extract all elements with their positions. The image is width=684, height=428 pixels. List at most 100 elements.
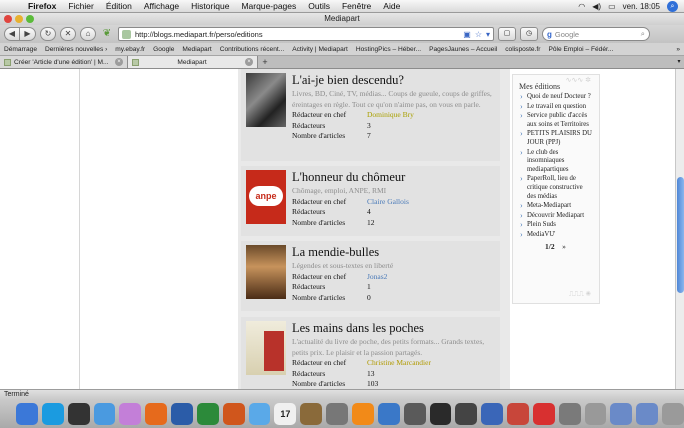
app-icon[interactable] (41, 403, 64, 425)
addon-leaf-icon[interactable]: ❦ (100, 27, 114, 41)
menu-marque-pages[interactable]: Marque-pages (235, 1, 302, 11)
back-button[interactable]: ◀ (4, 27, 20, 41)
powerpoint-icon[interactable] (222, 403, 245, 425)
edition-link[interactable]: PaperRoll, lieu de critique constructive… (519, 175, 593, 201)
wifi-icon[interactable]: ◠ (578, 2, 585, 11)
volume-icon[interactable]: ◀) (592, 2, 601, 11)
chief-link[interactable]: Dominique Bry (367, 110, 414, 121)
bookmark-item[interactable]: Activity | Mediapart (288, 46, 352, 53)
video-icon[interactable] (429, 403, 452, 425)
search-input[interactable]: Google (555, 30, 579, 39)
history-button[interactable]: ◷ (520, 27, 538, 41)
chief-link[interactable]: Christine Marcandier (367, 358, 431, 369)
edition-link[interactable]: Meta-Mediapart (519, 202, 593, 211)
dashboard-icon[interactable] (67, 403, 90, 425)
edition-thumbnail[interactable] (246, 73, 286, 127)
search-magnifier-icon[interactable]: ⌕ (641, 29, 645, 39)
edition-title[interactable]: L'honneur du chômeur (292, 170, 495, 185)
url-bar[interactable]: http://blogs.mediapart.fr/perso/editions… (118, 27, 494, 41)
edition-link[interactable]: PETITS PLAISIRS DU JOUR (PPJ) (519, 130, 593, 147)
tab-creer-article[interactable]: Créer 'Article d'une édition' | M... × (0, 56, 128, 68)
google-engine-icon[interactable]: g (547, 30, 552, 39)
battery-icon[interactable]: ▭ (608, 2, 616, 11)
menu-affichage[interactable]: Affichage (138, 1, 185, 11)
edition-title[interactable]: La mendie-bulles (292, 245, 495, 260)
safari-icon[interactable] (93, 403, 116, 425)
rss-icon[interactable]: ▣ (463, 30, 471, 39)
spotlight-search-icon[interactable]: ⌕ (667, 0, 678, 12)
bookmark-item[interactable]: my.ebay.fr (111, 46, 149, 53)
tab-mediapart[interactable]: Mediapart × (128, 56, 258, 68)
bookmark-star-icon[interactable]: ☆ (475, 30, 482, 39)
bookmark-item[interactable]: Démarrage (0, 46, 41, 53)
edition-link[interactable]: Le travail en question (519, 103, 593, 112)
url-text[interactable]: http://blogs.mediapart.fr/perso/editions (135, 30, 459, 39)
gallery-icon[interactable] (403, 403, 426, 425)
edition-thumbnail[interactable] (246, 245, 286, 299)
addressbook-icon[interactable] (300, 403, 323, 425)
edition-title[interactable]: L'ai-je bien descendu? (292, 73, 495, 88)
trash-icon[interactable] (662, 403, 684, 425)
edition-title[interactable]: Les mains dans les poches (292, 321, 495, 336)
vlc-icon[interactable] (351, 403, 374, 425)
bookmarks-overflow-icon[interactable]: » (676, 46, 684, 53)
bookmark-item[interactable]: Mediapart (178, 46, 215, 53)
edition-link[interactable]: Service public d'accès aux soins et Terr… (519, 112, 593, 129)
search-bar[interactable]: g Google ⌕ (542, 27, 650, 41)
edition-link[interactable]: Plein Suds (519, 221, 593, 230)
edition-thumbnail[interactable] (246, 321, 286, 375)
menu-fenetre[interactable]: Fenêtre (336, 1, 377, 11)
chief-link[interactable]: Jonas2 (367, 272, 387, 283)
applications-folder-icon[interactable] (636, 403, 659, 425)
bookmark-item[interactable]: Contributions récent... (216, 46, 289, 53)
minimize-window-button[interactable] (15, 15, 23, 23)
menu-aide[interactable]: Aide (377, 1, 406, 11)
bookmark-item[interactable]: PagesJaunes – Accueil (425, 46, 501, 53)
tab-list-icon[interactable]: ▾ (674, 56, 684, 68)
lock-icon[interactable] (558, 403, 581, 425)
documents-folder-icon[interactable] (610, 403, 633, 425)
menubar-clock[interactable]: ven. 18:05 (623, 2, 660, 11)
zoom-window-button[interactable] (26, 15, 34, 23)
menu-outils[interactable]: Outils (302, 1, 336, 11)
edition-thumbnail[interactable]: anpe (246, 170, 286, 224)
firefox-icon[interactable] (145, 403, 168, 425)
chief-link[interactable]: Claire Gallois (367, 197, 409, 208)
edition-link[interactable]: Le club des insomniaques mediapartiques (519, 149, 593, 175)
menu-historique[interactable]: Historique (185, 1, 235, 11)
itunes-icon[interactable] (248, 403, 271, 425)
url-dropdown-icon[interactable]: ▾ (486, 30, 490, 39)
bookmark-item[interactable]: Pôle Emploi – Fédér... (544, 46, 617, 53)
close-window-button[interactable] (4, 15, 12, 23)
reload-button[interactable]: ↻ (40, 27, 56, 41)
ichat-icon[interactable] (119, 403, 142, 425)
edition-link[interactable]: Quoi de neuf Docteur ? (519, 93, 593, 102)
mail-icon[interactable] (532, 403, 555, 425)
menu-edition[interactable]: Édition (100, 1, 138, 11)
finder-icon[interactable] (16, 403, 38, 425)
tv-icon[interactable] (481, 403, 504, 425)
vertical-scrollbar[interactable] (675, 69, 684, 389)
forward-button[interactable]: ▶ (20, 27, 36, 41)
preview-icon[interactable] (377, 403, 400, 425)
edition-link[interactable]: MediaVU' (519, 231, 593, 240)
utility-icon[interactable] (326, 403, 348, 425)
scrollbar-thumb[interactable] (677, 177, 684, 293)
screen-capture-button[interactable]: ▢ (498, 27, 516, 41)
bookmark-item[interactable]: Dernières nouvelles › (41, 46, 111, 53)
tab-close-icon[interactable]: × (115, 58, 123, 66)
next-page-link[interactable]: » (562, 242, 566, 251)
bookmark-item[interactable]: Google (149, 46, 178, 53)
menu-firefox[interactable]: Firefox (22, 1, 62, 11)
word-icon[interactable] (171, 403, 193, 425)
app-icon-2[interactable] (507, 403, 529, 425)
tab-close-icon[interactable]: × (245, 58, 253, 66)
new-tab-button[interactable]: + (258, 56, 272, 68)
stop-button[interactable]: ✕ (60, 27, 76, 41)
bookmark-item[interactable]: colisposte.fr (501, 46, 544, 53)
excel-icon[interactable] (196, 403, 219, 425)
camera-icon[interactable] (584, 403, 607, 425)
home-button[interactable]: ⌂ (80, 27, 96, 41)
adium-icon[interactable] (455, 403, 478, 425)
ical-icon[interactable]: 17 (274, 403, 297, 425)
